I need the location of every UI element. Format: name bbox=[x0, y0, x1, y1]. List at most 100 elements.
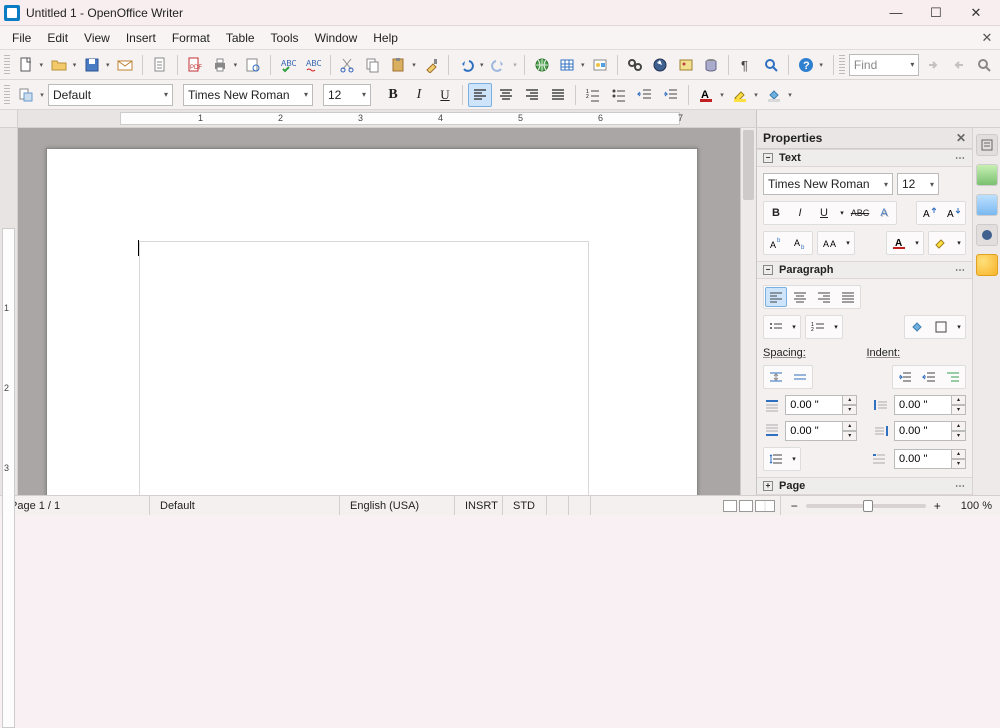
menu-file[interactable]: File bbox=[4, 29, 39, 47]
hyperlink-button[interactable] bbox=[530, 53, 553, 77]
find-next-button[interactable] bbox=[921, 53, 944, 77]
sidebar-spacing-dropdown[interactable]: ▾ bbox=[843, 233, 853, 253]
italic-button[interactable]: I bbox=[407, 83, 431, 107]
increase-indent-button[interactable] bbox=[659, 83, 683, 107]
para-align-center-button[interactable] bbox=[789, 287, 811, 307]
sidebar-underline-button[interactable]: U bbox=[813, 203, 835, 223]
sidebar-size-combo[interactable]: 12▾ bbox=[897, 173, 939, 195]
styles-button[interactable] bbox=[14, 83, 38, 107]
book-view-icon[interactable] bbox=[755, 500, 775, 512]
nonprinting-chars-button[interactable]: ¶ bbox=[734, 53, 757, 77]
highlight-dropdown[interactable]: ▾ bbox=[752, 91, 760, 99]
deck-functions-tab[interactable] bbox=[976, 254, 998, 276]
auto-spellcheck-button[interactable]: ABC bbox=[301, 53, 324, 77]
find-input[interactable]: Find▾ bbox=[849, 54, 920, 76]
para-border-button[interactable] bbox=[930, 317, 952, 337]
before-indent-input[interactable]: ▴▾ bbox=[894, 395, 966, 415]
underline-button[interactable]: U bbox=[433, 83, 457, 107]
sidebar-highlight-dropdown[interactable]: ▾ bbox=[954, 233, 964, 253]
zoom-value[interactable]: 100 % bbox=[951, 496, 1000, 515]
undo-dropdown[interactable]: ▾ bbox=[478, 61, 486, 69]
email-button[interactable] bbox=[114, 53, 137, 77]
gallery-button[interactable] bbox=[674, 53, 697, 77]
para-align-left-button[interactable] bbox=[765, 287, 787, 307]
align-right-button[interactable] bbox=[520, 83, 544, 107]
para-bullets-button[interactable] bbox=[765, 317, 787, 337]
page[interactable] bbox=[46, 148, 698, 495]
toolbar-grip[interactable] bbox=[4, 85, 10, 105]
redo-button[interactable] bbox=[488, 53, 511, 77]
toolbar-grip[interactable] bbox=[4, 55, 10, 75]
first-line-indent-input[interactable]: ▴▾ bbox=[894, 449, 966, 469]
font-name-combo[interactable]: Times New Roman▾ bbox=[183, 84, 313, 106]
minimize-button[interactable]: — bbox=[876, 2, 916, 24]
data-sources-button[interactable] bbox=[699, 53, 722, 77]
collapse-icon[interactable]: − bbox=[763, 153, 773, 163]
sidebar-shrink-font-button[interactable]: A bbox=[942, 203, 964, 223]
section-text-header[interactable]: − Text ⋯ bbox=[757, 149, 972, 167]
para-bullets-dropdown[interactable]: ▾ bbox=[789, 317, 799, 337]
zoom-in-button[interactable]: + bbox=[934, 499, 941, 513]
open-button[interactable] bbox=[47, 53, 70, 77]
align-justify-button[interactable] bbox=[546, 83, 570, 107]
font-color-button[interactable]: A bbox=[694, 83, 718, 107]
undo-button[interactable] bbox=[454, 53, 477, 77]
save-dropdown[interactable]: ▾ bbox=[104, 61, 112, 69]
view-layout-buttons[interactable] bbox=[718, 496, 781, 515]
section-page-header[interactable]: + Page ⋯ bbox=[757, 477, 972, 495]
decrease-spacing-button[interactable] bbox=[789, 367, 811, 387]
menu-window[interactable]: Window bbox=[307, 29, 366, 47]
zoom-control[interactable]: − + bbox=[781, 496, 951, 515]
deck-properties-tab[interactable] bbox=[976, 134, 998, 156]
status-signature[interactable] bbox=[569, 496, 591, 515]
vertical-ruler[interactable]: 1 2 3 bbox=[0, 128, 18, 495]
find-all-button[interactable] bbox=[972, 53, 995, 77]
table-button[interactable] bbox=[555, 53, 578, 77]
close-document-button[interactable]: ✕ bbox=[978, 30, 996, 46]
font-size-combo[interactable]: 12▾ bbox=[323, 84, 371, 106]
decrease-indent-button[interactable] bbox=[918, 367, 940, 387]
collapse-icon[interactable]: − bbox=[763, 265, 773, 275]
print-button[interactable] bbox=[208, 53, 231, 77]
sidebar-underline-dropdown[interactable]: ▾ bbox=[837, 203, 847, 223]
sidebar-highlight-button[interactable] bbox=[930, 233, 952, 253]
spellcheck-button[interactable]: ABC bbox=[276, 53, 299, 77]
status-language[interactable]: English (USA) bbox=[340, 496, 455, 515]
paragraph-style-combo[interactable]: Default▾ bbox=[48, 84, 173, 106]
bullet-list-button[interactable] bbox=[607, 83, 631, 107]
menu-tools[interactable]: Tools bbox=[263, 29, 307, 47]
navigator-button[interactable] bbox=[649, 53, 672, 77]
highlight-button[interactable] bbox=[728, 83, 752, 107]
format-paintbrush-button[interactable] bbox=[420, 53, 443, 77]
show-draw-button[interactable] bbox=[589, 53, 612, 77]
table-dropdown[interactable]: ▾ bbox=[579, 61, 587, 69]
para-bgcolor-button[interactable] bbox=[906, 317, 928, 337]
sidebar-font-combo[interactable]: Times New Roman▾ bbox=[763, 173, 893, 195]
align-center-button[interactable] bbox=[494, 83, 518, 107]
vertical-scrollbar[interactable] bbox=[740, 128, 756, 495]
help-dropdown[interactable]: ▾ bbox=[817, 61, 825, 69]
sidebar-spacing-button[interactable]: AA bbox=[819, 233, 841, 253]
section-menu-button[interactable]: ⋯ bbox=[955, 153, 966, 164]
find-replace-button[interactable] bbox=[623, 53, 646, 77]
paste-dropdown[interactable]: ▾ bbox=[410, 61, 418, 69]
sidebar-font-color-button[interactable]: A bbox=[888, 233, 910, 253]
bold-button[interactable]: B bbox=[381, 83, 405, 107]
status-style[interactable]: Default bbox=[150, 496, 340, 515]
below-spacing-input[interactable]: ▴▾ bbox=[785, 421, 857, 441]
paste-button[interactable] bbox=[387, 53, 410, 77]
redo-dropdown[interactable]: ▾ bbox=[511, 61, 519, 69]
scrollbar-thumb[interactable] bbox=[743, 130, 754, 200]
font-color-dropdown[interactable]: ▾ bbox=[718, 91, 726, 99]
open-dropdown[interactable]: ▾ bbox=[71, 61, 79, 69]
copy-button[interactable] bbox=[361, 53, 384, 77]
hanging-indent-button[interactable] bbox=[942, 367, 964, 387]
menu-format[interactable]: Format bbox=[164, 29, 218, 47]
export-pdf-button[interactable]: PDF bbox=[183, 53, 206, 77]
multi-page-icon[interactable] bbox=[739, 500, 753, 512]
sidebar-bold-button[interactable]: B bbox=[765, 203, 787, 223]
deck-styles-tab[interactable] bbox=[976, 164, 998, 186]
sidebar-subscript-button[interactable]: Ab bbox=[789, 233, 811, 253]
status-selection-mode[interactable]: STD bbox=[503, 496, 547, 515]
find-toolbar-grip[interactable] bbox=[839, 55, 845, 75]
